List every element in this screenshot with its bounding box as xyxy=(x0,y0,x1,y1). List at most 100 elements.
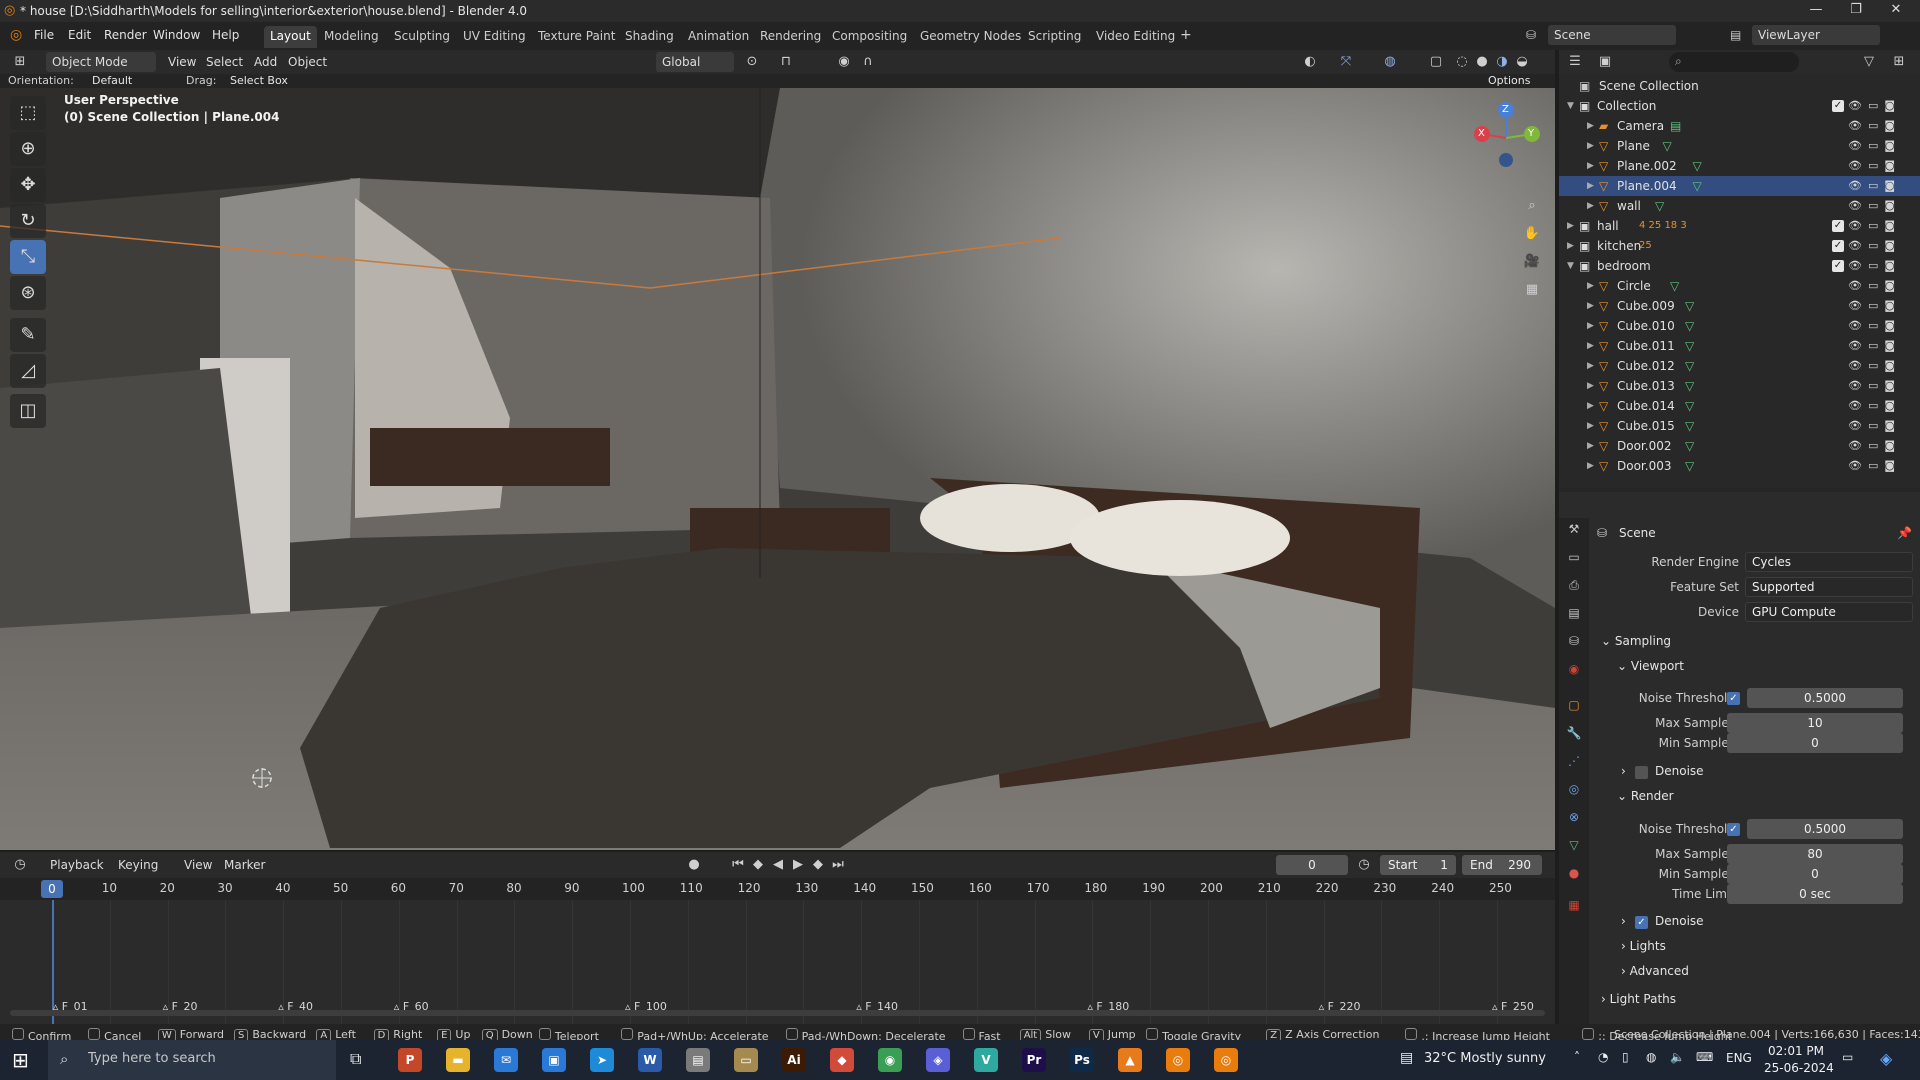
playhead-frame-indicator[interactable]: 0 xyxy=(41,880,63,898)
viewport-subpanel-header[interactable]: ⌄ Viewport xyxy=(1617,659,1684,673)
blender-menu-icon[interactable]: ◎ xyxy=(10,27,22,43)
expand-arrow-icon[interactable]: ▶ xyxy=(1587,116,1594,136)
current-frame-field[interactable]: 0 xyxy=(1276,855,1348,875)
pivot-icon[interactable]: ⊙ xyxy=(742,52,762,72)
taskbar-app-file-explorer-icon[interactable]: ▬ xyxy=(446,1048,470,1072)
taskbar-app-photoshop-icon[interactable]: Ps xyxy=(1070,1048,1094,1072)
tray-icon-1[interactable]: ◔ xyxy=(1598,1050,1608,1064)
visibility-toggles-icon[interactable]: 👁▭◙ xyxy=(1848,176,1908,196)
visibility-toggles-icon[interactable]: 👁▭◙ xyxy=(1848,236,1908,256)
render-noise-threshold-field[interactable]: 0.5000 xyxy=(1747,819,1903,839)
minimize-button[interactable]: — xyxy=(1796,2,1836,20)
view-layer-tab-icon[interactable]: ▤ xyxy=(1564,606,1584,626)
visibility-toggles-icon[interactable]: 👁▭◙ xyxy=(1848,456,1908,476)
close-button[interactable]: ✕ xyxy=(1876,2,1916,20)
viewlayer-selector[interactable]: ViewLayer xyxy=(1752,25,1880,45)
tool-annotate[interactable]: ✎ xyxy=(10,318,46,352)
outliner-item[interactable]: ▶ ▽ Cube.010 ▽ 👁▭◙ xyxy=(1559,316,1920,336)
mesh-data-icon[interactable]: ▽ xyxy=(1685,376,1694,396)
tab-layout[interactable]: Layout xyxy=(264,26,317,48)
render-tab-icon[interactable]: ▭ xyxy=(1564,550,1584,570)
tab-uv-editing[interactable]: UV Editing xyxy=(457,26,532,48)
outliner-item[interactable]: ▼ ▣ bedroom ✓ 👁▭◙ xyxy=(1559,256,1920,276)
timeline-scrollbar[interactable] xyxy=(10,1010,1545,1016)
expand-arrow-icon[interactable]: ▶ xyxy=(1587,416,1594,436)
expand-arrow-icon[interactable]: ▶ xyxy=(1587,456,1594,476)
visibility-toggles-icon[interactable]: 👁▭◙ xyxy=(1848,296,1908,316)
tool-transform[interactable]: ⊛ xyxy=(10,276,46,310)
tab-video-editing[interactable]: Video Editing xyxy=(1090,26,1181,48)
outliner-item[interactable]: ▶ ▽ Cube.014 ▽ 👁▭◙ xyxy=(1559,396,1920,416)
menu-marker[interactable]: Marker xyxy=(218,855,271,875)
visibility-toggles-icon[interactable]: 👁▭◙ xyxy=(1848,256,1908,276)
ortho-grid-icon[interactable]: ▦ xyxy=(1522,280,1542,300)
viewport-min-samples-field[interactable]: 0 xyxy=(1727,733,1903,753)
jump-start-icon[interactable]: ⏮ xyxy=(728,855,748,875)
tab-rendering[interactable]: Rendering xyxy=(754,26,827,48)
viewport-denoise-checkbox[interactable] xyxy=(1635,766,1648,779)
render-noise-threshold-checkbox[interactable]: ✓ xyxy=(1727,823,1740,836)
editor-type-icon[interactable]: ⊞ xyxy=(10,52,30,72)
taskbar-app-app-blue-icon[interactable]: ➤ xyxy=(590,1048,614,1072)
mesh-data-icon[interactable]: ▽ xyxy=(1685,296,1694,316)
battery-icon[interactable]: ▯ xyxy=(1622,1050,1629,1064)
visibility-toggles-icon[interactable]: 👁▭◙ xyxy=(1848,96,1908,116)
taskbar-app-app-colorful-icon[interactable]: ◆ xyxy=(830,1048,854,1072)
tab-sculpting[interactable]: Sculpting xyxy=(388,26,456,48)
visibility-toggles-icon[interactable]: 👁▭◙ xyxy=(1848,416,1908,436)
camera-view-icon[interactable]: 🎥 xyxy=(1522,252,1542,272)
lights-panel-header[interactable]: › Lights xyxy=(1621,939,1666,953)
weather-text[interactable]: 32°C Mostly sunny xyxy=(1424,1051,1546,1066)
display-mode-icon[interactable]: ▣ xyxy=(1595,52,1615,72)
outliner-item[interactable]: ▶ ▰ Camera ▤ 👁▭◙ xyxy=(1559,116,1920,136)
timeline-ruler[interactable]: 0 10 20 30 40 50 60 70 80 90 100 110 120 130 140 150 160… xyxy=(0,878,1555,900)
advanced-panel-header[interactable]: › Advanced xyxy=(1621,964,1689,978)
outliner-item[interactable]: ▶ ▽ Circle ▽ 👁▭◙ xyxy=(1559,276,1920,296)
outliner-item[interactable]: ▶ ▽ Cube.011 ▽ 👁▭◙ xyxy=(1559,336,1920,356)
tool-measure[interactable]: ◿ xyxy=(10,354,46,388)
visibility-toggles-icon[interactable]: 👁▭◙ xyxy=(1848,136,1908,156)
next-keyframe-icon[interactable]: ◆ xyxy=(808,855,828,875)
volume-icon[interactable]: 🔈 xyxy=(1670,1050,1685,1064)
tab-shading[interactable]: Shading xyxy=(619,26,680,48)
mesh-data-icon[interactable]: ▽ xyxy=(1693,156,1702,176)
menu-view[interactable]: View xyxy=(162,52,202,72)
options-dropdown[interactable]: Options xyxy=(1488,74,1530,87)
light-paths-panel-header[interactable]: › Light Paths xyxy=(1601,992,1676,1006)
proportional-edit-icon[interactable]: ◉ xyxy=(834,52,854,72)
expand-arrow-icon[interactable]: ▶ xyxy=(1587,176,1594,196)
outliner-item[interactable]: ▶ ▽ Door.003 ▽ 👁▭◙ xyxy=(1559,456,1920,476)
modifier-tab-icon[interactable]: 🔧 xyxy=(1564,726,1584,746)
menu-timeline-view[interactable]: View xyxy=(178,855,218,875)
new-collection-icon[interactable]: ⊞ xyxy=(1889,52,1909,72)
tab-animation[interactable]: Animation xyxy=(682,26,755,48)
menu-keying[interactable]: Keying xyxy=(112,855,164,875)
outliner-item[interactable]: ▼ ▣ Collection ✓ 👁▭◙ xyxy=(1559,96,1920,116)
menu-file[interactable]: File xyxy=(34,28,54,42)
windows-start-icon[interactable]: ⊞ xyxy=(12,1048,29,1072)
expand-arrow-icon[interactable]: ▶ xyxy=(1587,196,1594,216)
taskbar-app-blender-icon[interactable]: ◎ xyxy=(1166,1048,1190,1072)
transform-orientation-selector[interactable]: Global xyxy=(656,52,734,72)
snap-icon[interactable]: ⊓ xyxy=(776,52,796,72)
taskbar-app-app-gray-icon[interactable]: ▤ xyxy=(686,1048,710,1072)
menu-select[interactable]: Select xyxy=(200,52,249,72)
frame-end-field[interactable]: End 290 xyxy=(1462,855,1542,875)
menu-help[interactable]: Help xyxy=(212,28,239,42)
feature-set-dropdown[interactable]: Supported xyxy=(1745,577,1913,597)
language-indicator[interactable]: ENG xyxy=(1726,1051,1752,1065)
visibility-toggles-icon[interactable]: 👁▭◙ xyxy=(1848,356,1908,376)
mesh-data-icon[interactable]: ▽ xyxy=(1685,316,1694,336)
outliner-item[interactable]: ▶ ▣ kitchen 25 ✓ 👁▭◙ xyxy=(1559,236,1920,256)
mesh-data-icon[interactable]: ▽ xyxy=(1685,356,1694,376)
camera-data-icon[interactable]: ▤ xyxy=(1670,116,1681,136)
taskbar-app-store-icon[interactable]: ▣ xyxy=(542,1048,566,1072)
visibility-toggles-icon[interactable]: 👁▭◙ xyxy=(1848,196,1908,216)
outliner-item[interactable]: ▶ ▽ Plane ▽ 👁▭◙ xyxy=(1559,136,1920,156)
menu-playback[interactable]: Playback xyxy=(44,855,110,875)
mesh-data-icon[interactable]: ▽ xyxy=(1685,436,1694,456)
frame-start-field[interactable]: Start 1 xyxy=(1380,855,1456,875)
xray-icon[interactable]: ▢ xyxy=(1426,52,1446,72)
tool-scale[interactable]: ⤡ xyxy=(10,240,46,274)
taskbar-app-app-fold-icon[interactable]: ▭ xyxy=(734,1048,758,1072)
